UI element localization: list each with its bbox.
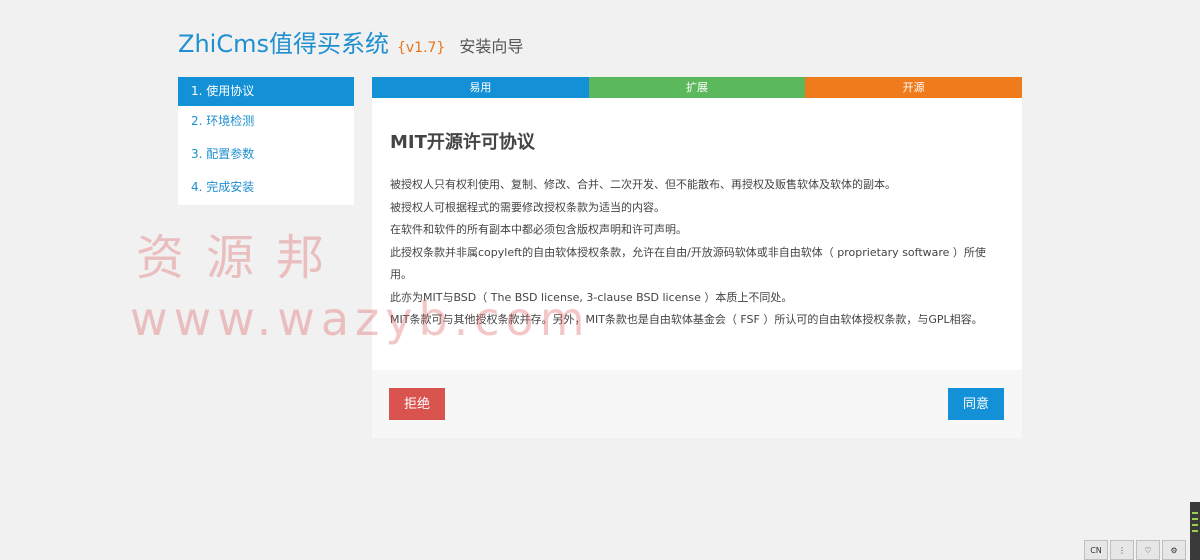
install-steps-sidebar: 1. 使用协议 2. 环境检测 3. 配置参数 4. 完成安装 — [178, 77, 354, 205]
feature-strip: 易用 扩展 开源 — [372, 77, 1023, 98]
feature-extend: 扩展 — [588, 77, 806, 98]
header: ZhiCms值得买系统 {v1.7} 安装向导 — [178, 24, 523, 59]
agree-button[interactable]: 同意 — [947, 388, 1004, 420]
license-title: MIT开源许可协议 — [390, 132, 535, 153]
feature-easy: 易用 — [372, 77, 589, 98]
license-paragraph: MIT条款可与其他授权条款并存。另外，MIT条款也是自由软体基金会（ FSF ）… — [390, 313, 983, 326]
system-tray: CN ⋮ ♡ ⚙ — [1084, 540, 1186, 560]
license-paragraph: 被授权人可根据程式的需要修改授权条款为适当的内容。 — [390, 200, 665, 214]
sidebar-item-env-check[interactable]: 2. 环境检测 — [178, 106, 354, 139]
page-subtitle: 安装向导 — [459, 37, 524, 56]
license-paragraph: 被授权人只有权利使用、复制、修改、合并、二次开发、但不能散布、再授权及贩售软体及… — [390, 178, 896, 191]
license-paragraph: 在软件和软件的所有副本中都必须包含版权声明和许可声明。 — [390, 223, 687, 236]
sidebar-item-license[interactable]: 1. 使用协议 — [178, 77, 354, 106]
meter-tick — [1192, 530, 1198, 532]
sidebar-item-finish[interactable]: 4. 完成安装 — [178, 172, 354, 205]
meter-tick — [1192, 512, 1198, 514]
license-paragraph: 此亦为MIT与BSD（ The BSD license, 3-clause BS… — [390, 290, 793, 304]
meter-tick — [1192, 518, 1198, 520]
install-page: ZhiCms值得买系统 {v1.7} 安装向导 1. 使用协议 2. 环境检测 … — [0, 0, 1200, 560]
license-panel: 易用 扩展 开源 MIT开源许可协议 被授权人只有权利使用、复制、修改、合并、二… — [372, 77, 1023, 438]
action-footer: 拒绝 同意 — [372, 370, 1022, 438]
meter-tick — [1192, 524, 1198, 526]
heart-icon[interactable]: ♡ — [1136, 540, 1160, 560]
reject-button[interactable]: 拒绝 — [389, 388, 446, 420]
sidebar-item-config[interactable]: 3. 配置参数 — [178, 139, 354, 172]
more-icon[interactable]: ⋮ — [1110, 540, 1134, 560]
version-label: {v1.7} — [396, 40, 446, 56]
license-content: MIT开源许可协议 被授权人只有权利使用、复制、修改、合并、二次开发、但不能散布… — [372, 98, 1022, 332]
keyboard-icon[interactable]: CN — [1084, 540, 1108, 560]
watermark-text: 资源邦 — [136, 230, 347, 286]
level-meter — [1190, 502, 1200, 560]
feature-opensource: 开源 — [805, 77, 1023, 98]
brand-title: ZhiCms值得买系统 — [178, 30, 389, 58]
gear-icon[interactable]: ⚙ — [1162, 540, 1186, 560]
license-paragraph: 此授权条款并非属copyleft的自由软体授权条款，允许在自由/开放源码软体或非… — [390, 245, 986, 282]
